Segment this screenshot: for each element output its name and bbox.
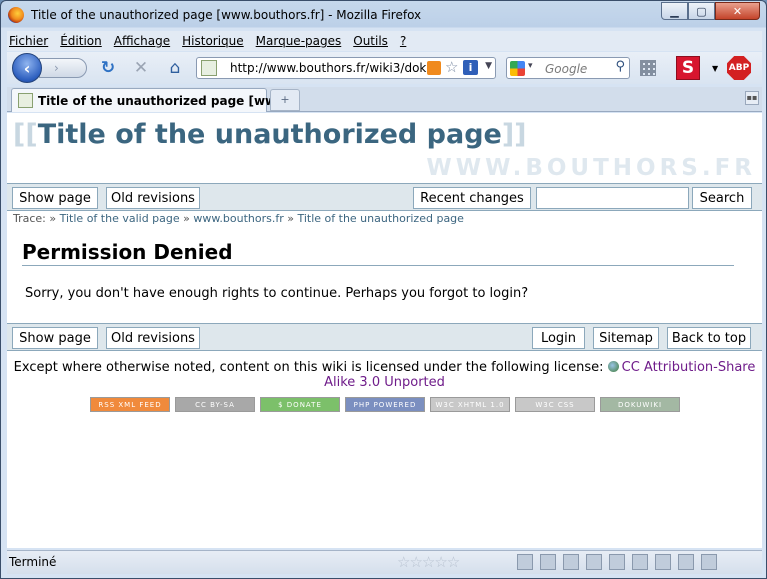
url-text[interactable]: http://www.bouthors.fr/wiki3/doku. [230, 61, 437, 75]
wiki-page-title[interactable]: [[Title of the unauthorized page]] [13, 119, 527, 150]
title-bar: Title of the unauthorized page [www.bout… [1, 1, 766, 28]
reload-icon[interactable]: ↻ [98, 58, 118, 78]
search-box[interactable]: ▾ Google ⚲ [506, 57, 630, 79]
menu-historique[interactable]: Historique [176, 34, 250, 48]
back-button[interactable]: ‹ [12, 53, 42, 83]
tab-label: Title of the unauthorized page [www... [38, 94, 301, 108]
addon-icon-4[interactable] [655, 554, 671, 570]
window-controls: ▁ ▢ ✕ [661, 2, 760, 20]
engine-dropdown-icon[interactable]: ▾ [528, 61, 533, 71]
page-heading: Permission Denied [22, 240, 734, 266]
login-button[interactable]: Login [532, 327, 585, 349]
save-icon[interactable] [586, 554, 602, 570]
menu-marque-pages[interactable]: Marque-pages [250, 34, 348, 48]
page-content: [[Title of the unauthorized page]] WWW.B… [7, 113, 762, 548]
trace-link-site[interactable]: www.bouthors.fr [193, 212, 283, 225]
firefox-icon [8, 6, 24, 23]
license-text: Except where otherwise noted, content on… [13, 360, 604, 375]
old-revisions-button[interactable]: Old revisions [106, 187, 200, 209]
grid-apps-icon[interactable] [640, 60, 656, 76]
search-magnifier-icon[interactable]: ⚲ [615, 59, 625, 74]
url-dropdown-icon[interactable]: ▼ [485, 61, 492, 71]
php-badge[interactable]: PHP POWERED [345, 397, 425, 412]
footer-badges: RSS XML FEED CC BY-SA $ DONATE PHP POWER… [90, 397, 685, 412]
show-page-button-bottom[interactable]: Show page [12, 327, 98, 349]
trace-link-valid-page[interactable]: Title of the valid page [60, 212, 180, 225]
status-text: Terminé [9, 555, 57, 569]
cc-license-icon [607, 361, 619, 372]
menu-outils[interactable]: Outils [347, 34, 394, 48]
addon-icon-2[interactable] [563, 554, 579, 570]
menu-edition[interactable]: Édition [54, 34, 108, 48]
menu-fichier[interactable]: Fichier [7, 34, 54, 48]
addon-icon-3[interactable] [632, 554, 648, 570]
title-close-bracket: ]] [501, 119, 527, 150]
breadcrumb: Trace: » Title of the valid page » www.b… [13, 212, 464, 225]
forward-button[interactable]: › [39, 58, 87, 78]
trace-sep: » [49, 212, 57, 225]
addon-dropdown-icon[interactable]: ▼ [712, 64, 718, 73]
donate-badge[interactable]: $ DONATE [260, 397, 340, 412]
tab-strip: Title of the unauthorized page [www... +… [7, 87, 762, 112]
browser-window: Title of the unauthorized page [www.bout… [0, 0, 767, 579]
rss-badge[interactable]: RSS XML FEED [90, 397, 170, 412]
site-favicon-icon [201, 60, 217, 76]
info-icon[interactable]: i [463, 60, 478, 75]
title-text[interactable]: Title of the unauthorized page [38, 119, 502, 150]
navigation-toolbar: › ‹ ↻ ✕ ⌂ http://www.bouthors.fr/wiki3/d… [7, 52, 762, 84]
tab-active[interactable]: Title of the unauthorized page [www... [11, 88, 300, 112]
status-bar: Terminé ☆☆☆☆☆ [7, 550, 762, 574]
bug-icon[interactable] [701, 554, 717, 570]
menu-help[interactable]: ? [394, 34, 412, 48]
rating-stars-icon[interactable]: ☆☆☆☆☆ [397, 553, 460, 571]
license-link-line1[interactable]: CC Attribution-Share [622, 360, 756, 375]
wiki-site-name: WWW.BOUTHORS.FR [426, 155, 756, 181]
trace-link-current[interactable]: Title of the unauthorized page [297, 212, 463, 225]
addon-s-icon[interactable]: S [676, 56, 700, 80]
trace-sep: » [287, 212, 294, 225]
tab-favicon-icon [18, 93, 33, 108]
top-action-bar: Show page Old revisions Recent changes S… [7, 183, 762, 211]
search-button[interactable]: Search [692, 187, 752, 209]
search-placeholder: Google [545, 62, 588, 76]
xhtml-badge[interactable]: W3C XHTML 1.0 [430, 397, 510, 412]
maximize-button[interactable]: ▢ [688, 2, 715, 20]
adblock-plus-icon[interactable]: ABP [727, 56, 751, 80]
license-notice: Except where otherwise noted, content on… [7, 360, 762, 390]
bookmark-star-icon[interactable]: ☆ [445, 58, 458, 76]
new-tab-button[interactable]: + [270, 89, 300, 111]
menu-bar: Fichier Édition Affichage Historique Mar… [7, 31, 762, 51]
status-bar-icons [517, 554, 724, 570]
dokuwiki-badge[interactable]: DOKUWIKI [600, 397, 680, 412]
print-icon[interactable] [609, 554, 625, 570]
trace-sep: » [183, 212, 190, 225]
page-icon[interactable] [517, 554, 533, 570]
sitemap-button[interactable]: Sitemap [593, 327, 659, 349]
url-bar[interactable]: http://www.bouthors.fr/wiki3/doku. ☆ i ▼ [196, 57, 496, 79]
tools-icon[interactable] [678, 554, 694, 570]
rss-feed-icon[interactable] [427, 61, 441, 75]
addon-icon-1[interactable] [540, 554, 556, 570]
bottom-action-bar: Show page Old revisions Login Sitemap Ba… [7, 323, 762, 351]
license-link-line2[interactable]: Alike 3.0 Unported [324, 375, 445, 390]
close-button[interactable]: ✕ [715, 2, 760, 20]
tab-list-icon[interactable]: ▪▪ [745, 91, 759, 105]
back-to-top-button[interactable]: Back to top [667, 327, 751, 349]
old-revisions-button-bottom[interactable]: Old revisions [106, 327, 200, 349]
google-engine-icon[interactable] [510, 61, 525, 76]
minimize-button[interactable]: ▁ [661, 2, 688, 20]
permission-message: Sorry, you don't have enough rights to c… [25, 286, 529, 301]
wiki-search-input[interactable] [536, 187, 689, 209]
title-open-bracket: [[ [13, 119, 38, 150]
trace-label: Trace: [13, 212, 46, 225]
window-title: Title of the unauthorized page [www.bout… [31, 7, 422, 22]
cc-badge[interactable]: CC BY-SA [175, 397, 255, 412]
recent-changes-button[interactable]: Recent changes [413, 187, 531, 209]
home-icon[interactable]: ⌂ [165, 58, 185, 78]
stop-icon[interactable]: ✕ [131, 58, 151, 78]
menu-affichage[interactable]: Affichage [108, 34, 176, 48]
css-badge[interactable]: W3C CSS [515, 397, 595, 412]
show-page-button[interactable]: Show page [12, 187, 98, 209]
